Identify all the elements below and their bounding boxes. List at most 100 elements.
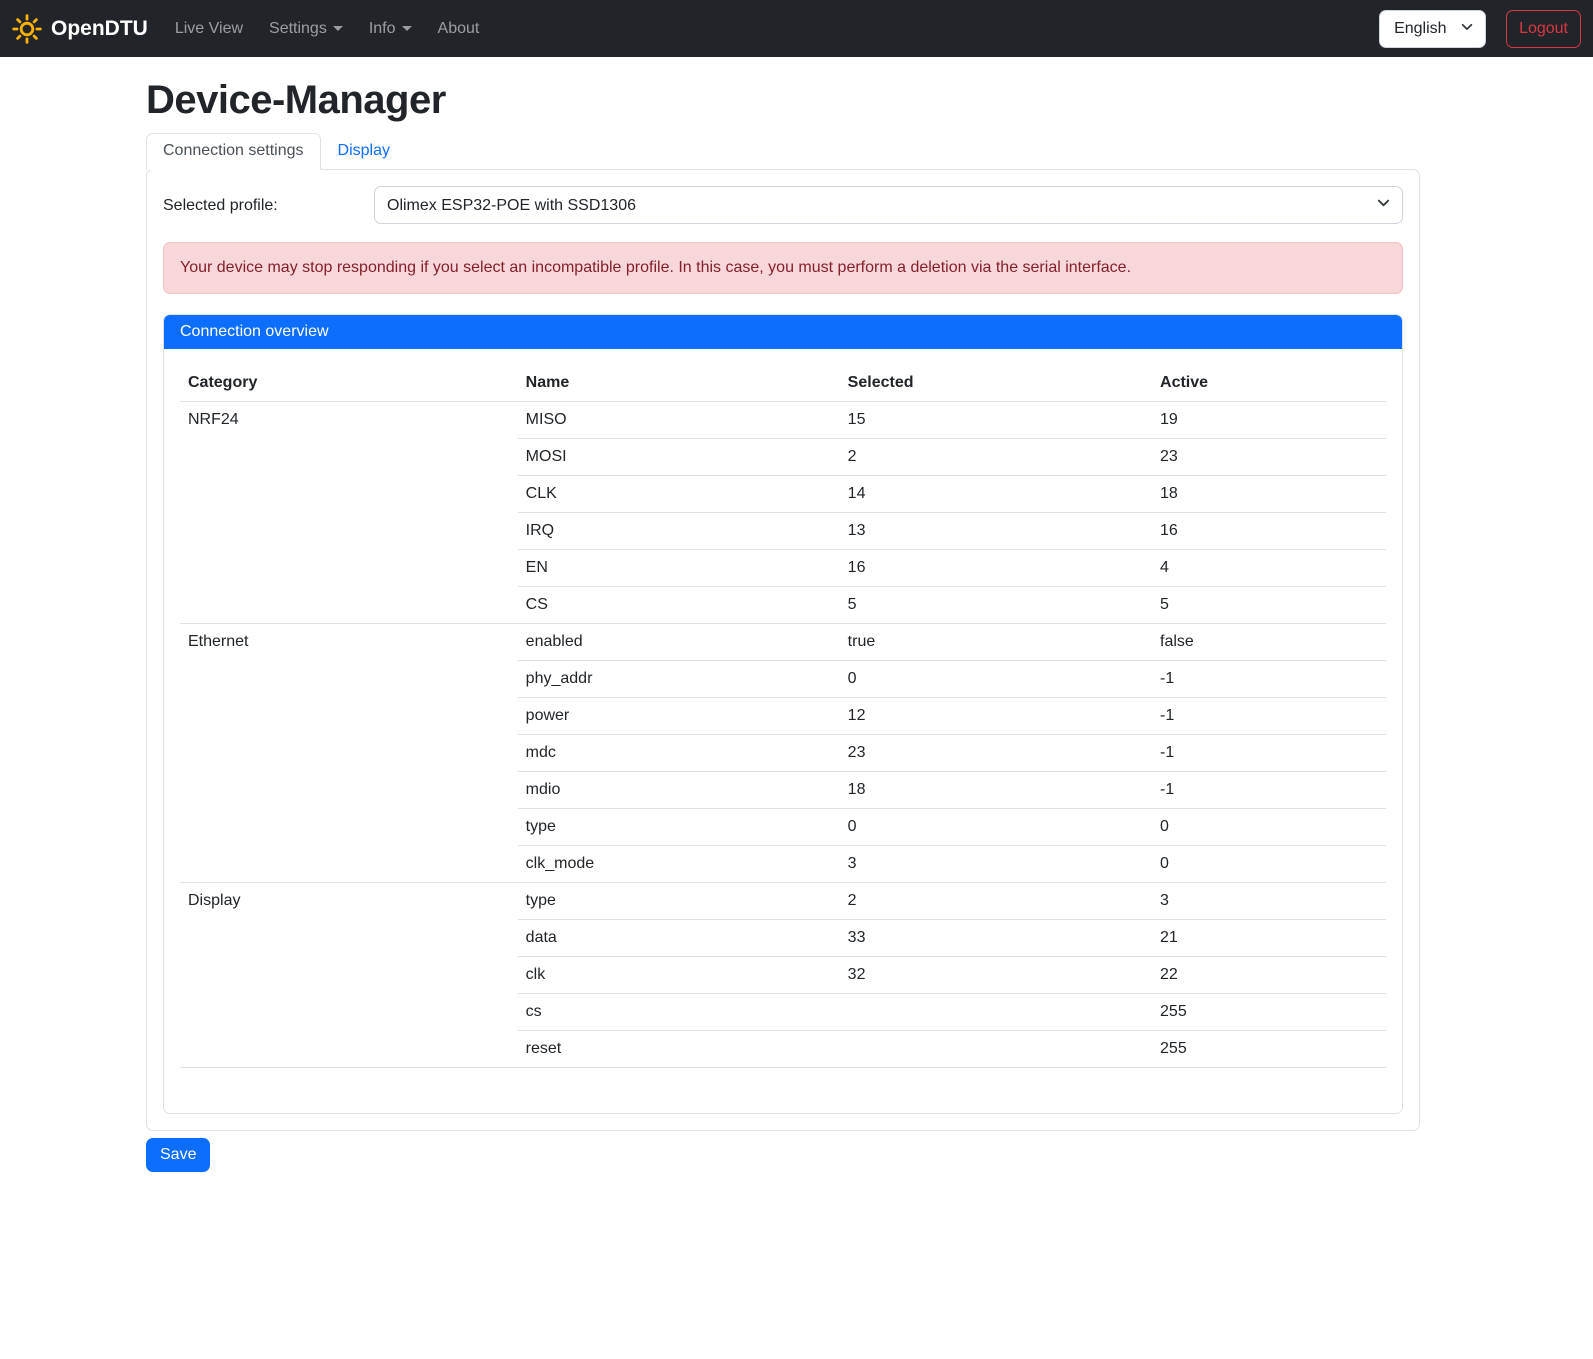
active-cell: 0 [1152,809,1386,846]
category-cell: NRF24 [180,402,518,624]
selected-cell: 14 [840,476,1152,513]
language-select-wrap: English [1379,10,1486,48]
nav-item-about[interactable]: About [425,12,493,46]
active-cell: 0 [1152,846,1386,883]
column-header-selected: Selected [840,365,1152,402]
selected-cell [840,994,1152,1031]
active-cell: 5 [1152,587,1386,624]
selected-cell: 0 [840,661,1152,698]
selected-cell: 23 [840,735,1152,772]
incompatible-profile-warning: Your device may stop responding if you s… [163,242,1403,294]
name-cell: phy_addr [518,661,840,698]
active-cell: 16 [1152,513,1386,550]
nav-links: Live View Settings Info About [162,12,493,46]
name-cell: type [518,809,840,846]
name-cell: clk_mode [518,846,840,883]
nav-item-info[interactable]: Info [356,12,425,46]
name-cell: data [518,920,840,957]
active-cell: -1 [1152,772,1386,809]
active-cell: 22 [1152,957,1386,994]
table-row: NRF24MISO1519 [180,402,1386,439]
logout-button[interactable]: Logout [1506,10,1581,48]
connection-overview-card: Connection overview CategoryNameSelected… [163,314,1403,1114]
navbar: OpenDTU Live View Settings Info About Engli… [0,0,1593,57]
selected-cell: true [840,624,1152,661]
table-row: Displaytype23 [180,883,1386,920]
selected-cell [840,1031,1152,1068]
selected-cell: 15 [840,402,1152,439]
name-cell: EN [518,550,840,587]
active-cell: 21 [1152,920,1386,957]
name-cell: reset [518,1031,840,1068]
table-row: Ethernetenabledtruefalse [180,624,1386,661]
category-cell: Display [180,883,518,1068]
nav-item-live-view[interactable]: Live View [162,12,256,46]
save-button[interactable]: Save [146,1138,210,1172]
column-header-name: Name [518,365,840,402]
name-cell: mdio [518,772,840,809]
active-cell: -1 [1152,698,1386,735]
profile-label: Selected profile: [163,196,374,215]
name-cell: power [518,698,840,735]
selected-cell: 5 [840,587,1152,624]
selected-cell: 2 [840,883,1152,920]
selected-cell: 33 [840,920,1152,957]
selected-cell: 12 [840,698,1152,735]
name-cell: CS [518,587,840,624]
selected-cell: 2 [840,439,1152,476]
nav-item-label: Info [369,20,396,38]
nav-item-label: Live View [175,20,243,38]
active-cell: 19 [1152,402,1386,439]
name-cell: CLK [518,476,840,513]
connection-overview-table: CategoryNameSelectedActive NRF24MISO1519… [180,365,1386,1068]
active-cell: -1 [1152,735,1386,772]
settings-card: Selected profile: Olimex ESP32-POE with … [146,169,1420,1131]
name-cell: IRQ [518,513,840,550]
active-cell: 255 [1152,994,1386,1031]
selected-cell: 16 [840,550,1152,587]
selected-cell: 0 [840,809,1152,846]
tab-connection-settings[interactable]: Connection settings [146,133,321,170]
overview-table-body: NRF24MISO1519MOSI223CLK1418IRQ1316EN164C… [180,402,1386,1068]
nav-item-label: Settings [269,20,327,38]
name-cell: type [518,883,840,920]
selected-cell: 18 [840,772,1152,809]
name-cell: MISO [518,402,840,439]
navbar-right: English Logout [1379,10,1581,48]
profile-select-wrap: Olimex ESP32-POE with SSD1306 [374,186,1403,224]
selected-cell: 32 [840,957,1152,994]
tab-bar: Connection settingsDisplay [146,133,1420,169]
column-header-active: Active [1152,365,1386,402]
active-cell: 18 [1152,476,1386,513]
page-title: Device-Manager [146,78,1420,123]
sun-icon [12,14,42,44]
name-cell: enabled [518,624,840,661]
selected-cell: 13 [840,513,1152,550]
brand-link[interactable]: OpenDTU [12,14,148,44]
tab-display[interactable]: Display [321,133,407,169]
brand-label: OpenDTU [51,17,148,41]
table-header-row: CategoryNameSelectedActive [180,365,1386,402]
active-cell: 3 [1152,883,1386,920]
active-cell: -1 [1152,661,1386,698]
name-cell: mdc [518,735,840,772]
active-cell: false [1152,624,1386,661]
active-cell: 255 [1152,1031,1386,1068]
language-select[interactable]: English [1379,10,1486,48]
nav-item-label: About [438,20,480,38]
caret-down-icon [333,26,343,31]
column-header-category: Category [180,365,518,402]
selected-cell: 3 [840,846,1152,883]
name-cell: MOSI [518,439,840,476]
profile-row: Selected profile: Olimex ESP32-POE with … [163,186,1403,224]
active-cell: 4 [1152,550,1386,587]
nav-item-settings[interactable]: Settings [256,12,356,46]
active-cell: 23 [1152,439,1386,476]
caret-down-icon [402,26,412,31]
name-cell: clk [518,957,840,994]
category-cell: Ethernet [180,624,518,883]
name-cell: cs [518,994,840,1031]
profile-select[interactable]: Olimex ESP32-POE with SSD1306 [374,186,1403,224]
main-container: Device-Manager Connection settingsDispla… [146,57,1420,1172]
connection-overview-header: Connection overview [164,315,1402,349]
